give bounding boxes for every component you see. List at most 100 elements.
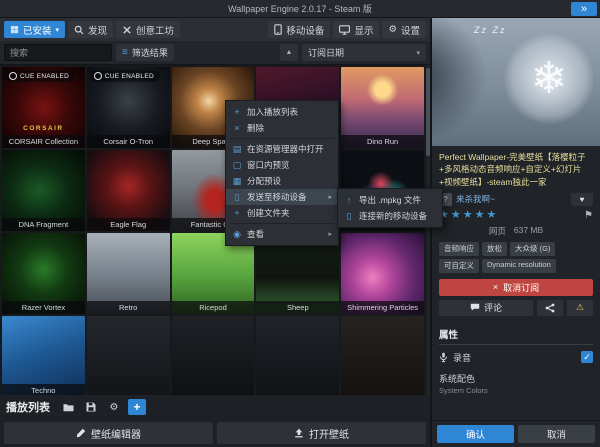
left-pane: ▦ 已安装 ▾ 发现 创意工坊 移动设备 显示 ⚙ [0,18,430,447]
tile-title: DNA Fragment [2,218,85,231]
size-row: 网页 637 MB [432,223,600,239]
search-input[interactable] [4,44,112,61]
cue-logo-icon [94,72,102,80]
tag-chip: Dynamic resolution [482,259,556,273]
wallpaper-tile[interactable]: CUE ENABLED Corsair O-Tron [87,67,170,148]
action-row: 评论 ⚠ [439,300,593,316]
open-wallpaper-button[interactable]: 打开壁纸 [217,422,426,444]
menu-item-icon: ▤ [232,145,242,154]
tab-workshop[interactable]: 创意工坊 [116,21,180,38]
unsubscribe-button[interactable]: × 取消订阅 [439,279,593,296]
menu-item[interactable]: + 加入播放列表 ▸ [226,104,338,120]
tile-title: Techno [2,384,85,395]
wallpaper-tile[interactable]: Techno [2,316,85,395]
menu-item[interactable]: ▢ 窗口内预览 ▸ [226,157,338,173]
wallpaper-tile[interactable]: Dino Run [341,67,424,148]
preview-overlay-text: Zz Zz [474,25,507,35]
wallpaper-tile[interactable] [87,316,170,395]
grid-scrollbar-thumb[interactable] [426,68,430,156]
mobile-devices-button[interactable]: 移动设备 [268,21,330,38]
phone-icon [274,24,282,35]
collapse-panel-button[interactable]: » [571,2,597,16]
unsubscribe-label: 取消订阅 [503,281,539,294]
cancel-button[interactable]: 取消 [518,425,595,443]
menu-item[interactable]: ▤ 在资源管理器中打开 ▸ [226,141,338,157]
system-color-setting[interactable]: 系统配色 System Colors [439,372,593,395]
menu-item-label: 删除 [247,122,264,134]
favorite-button[interactable]: ♥ [571,193,593,206]
menu-item[interactable]: ◉ 查看 ▸ [226,226,338,242]
wallpaper-tile[interactable] [172,316,255,395]
tab-discover[interactable]: 发现 [68,21,113,38]
report-flag-button[interactable]: ⚑ [584,210,593,221]
confirm-button[interactable]: 确认 [437,425,514,443]
wallpaper-tile[interactable]: DNA Fragment [2,150,85,231]
record-audio-label: 录音 [453,351,471,364]
wallpaper-type: 网页 [489,225,506,237]
tile-title: Shimmering Particles [341,301,424,314]
folder-icon [63,403,74,412]
wallpaper-grid: CUE ENABLED CORSAIR CORSAIR Collection C… [0,65,430,395]
preview-tree-decor [432,18,488,146]
wallpaper-tile[interactable] [256,316,339,395]
menu-item-label: 加入播放列表 [247,106,298,118]
menu-item-icon: + [232,209,242,218]
check-icon: ✓ [583,352,591,363]
wallpaper-tile[interactable]: Shimmering Particles [341,233,424,314]
comments-button[interactable]: 评论 [439,300,533,316]
snowflake-icon: ❄ [504,34,594,124]
filter-bar: ≡ 筛选结果 ▲ 订阅日期 ▾ [0,41,430,65]
settings-button[interactable]: ⚙ 设置 [382,21,426,38]
workshop-icon [122,25,132,35]
author-link[interactable]: 来杀我啊~ [456,193,495,205]
rating-row: ★★★★★ ⚑ [432,208,600,223]
wallpaper-tile[interactable]: Razer Vortex [2,233,85,314]
wallpaper-editor-button[interactable]: 壁纸编辑器 [4,422,213,444]
playlist-title: 播放列表 [6,399,50,415]
playlist-save-button[interactable] [82,399,100,415]
display-button[interactable]: 显示 [333,21,379,38]
microphone-icon [439,352,448,363]
tile-overlay-text: CORSAIR [2,125,85,132]
menu-item[interactable]: ↑ 导出 .mpkg 文件 ▸ [338,192,442,208]
menu-item-label: 在资源管理器中打开 [247,143,324,155]
context-submenu: ↑ 导出 .mpkg 文件 ▸ ▯ 连接新的移动设备 ▸ [337,188,443,228]
menu-item[interactable]: ▯ 连接新的移动设备 ▸ [338,208,442,224]
menu-item[interactable]: + 创建文件夹 ▸ [226,205,338,221]
tag-list: 音频响应放松大众级 (G)可自定义Dynamic resolution [432,239,600,276]
filter-results-button[interactable]: ≡ 筛选结果 [116,44,174,61]
cue-badge: CUE ENABLED [5,70,75,82]
menu-item-label: 导出 .mpkg 文件 [359,194,421,206]
grid-scrollbar[interactable] [426,65,430,395]
app-window: Wallpaper Engine 2.0.17 - Steam 版 » ▦ 已安… [0,0,600,447]
caret-down-icon: ▾ [416,49,420,57]
menu-item-icon: ◉ [232,230,242,239]
tile-title: Dino Run [341,135,424,148]
share-button[interactable] [537,300,563,316]
playlist-settings-button[interactable]: ⚙ [105,399,123,415]
menu-item-icon: ▯ [344,212,354,221]
wallpaper-tile[interactable]: CUE ENABLED CORSAIR CORSAIR Collection [2,67,85,148]
menu-item-icon: + [232,108,242,117]
wallpaper-tile[interactable]: Retro [87,233,170,314]
confirm-row: 确认 取消 [432,420,600,447]
star-rating[interactable]: ★★★★★ [439,210,498,221]
warning-icon: ⚠ [576,303,584,312]
tab-installed[interactable]: ▦ 已安装 ▾ [4,21,65,38]
cue-badge-label: CUE ENABLED [20,73,69,80]
tag-chip: 大众级 (G) [510,242,555,256]
wallpaper-tile[interactable]: Eagle Flag [87,150,170,231]
wallpaper-tile[interactable] [341,316,424,395]
menu-item[interactable]: × 删除 ▸ [226,120,338,136]
playlist-folder-button[interactable] [59,399,77,415]
sort-direction-button[interactable]: ▲ [280,44,298,61]
menu-item[interactable]: ▯ 发送至移动设备 ▸ [226,189,338,205]
tile-title: CORSAIR Collection [2,135,85,148]
menu-item[interactable]: ▦ 分配预设 ▸ [226,173,338,189]
sort-dropdown[interactable]: 订阅日期 ▾ [302,44,426,61]
record-audio-checkbox[interactable]: ✓ [581,351,593,363]
menu-item-icon: ▢ [232,161,242,170]
playlist-add-button[interactable]: + [128,399,146,415]
report-button[interactable]: ⚠ [567,300,593,316]
grid-icon: ▦ [10,24,19,35]
